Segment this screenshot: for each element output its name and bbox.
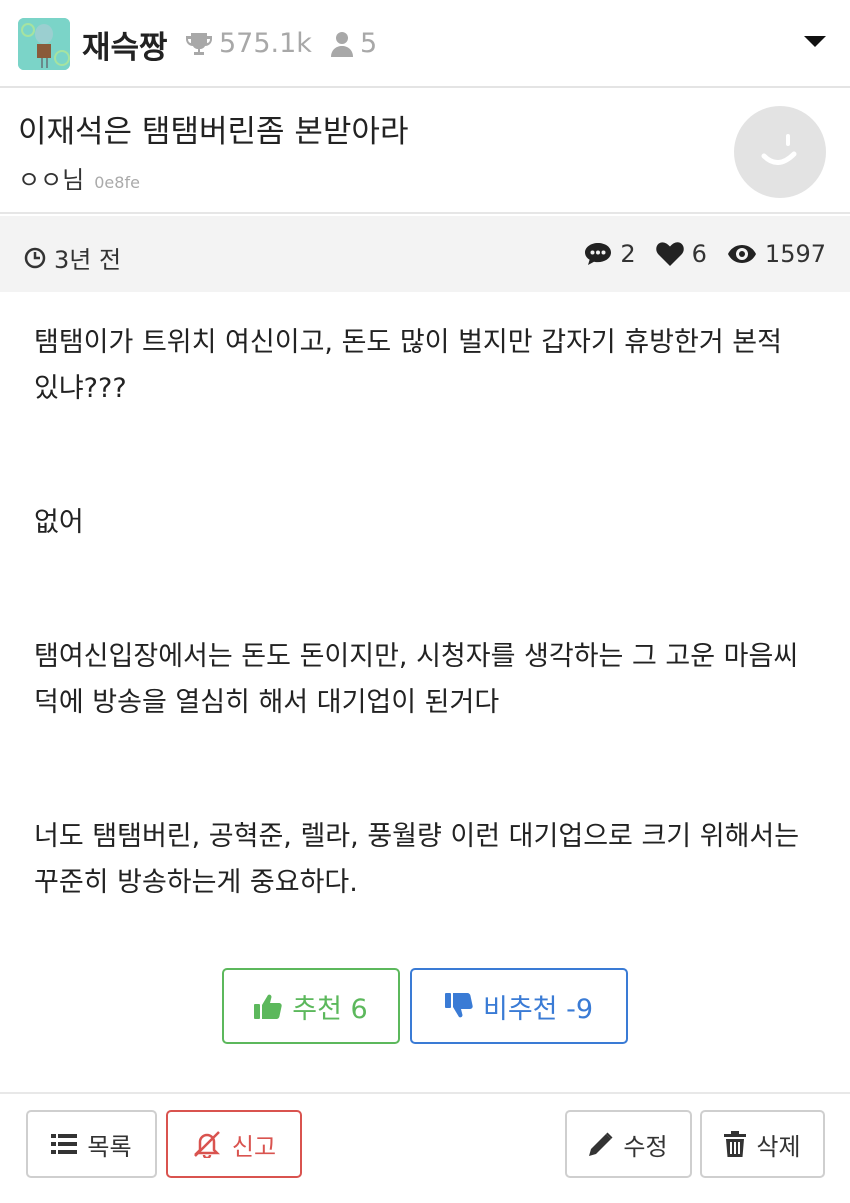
- like-count-value: 6: [691, 240, 707, 268]
- thumbs-up-icon: [254, 994, 282, 1019]
- board-icon[interactable]: [18, 18, 70, 70]
- board-name[interactable]: 재슥짱: [82, 22, 168, 67]
- delete-button-label: 삭제: [756, 1132, 801, 1161]
- comment-count: 2: [584, 240, 636, 268]
- view-count: 1597: [727, 240, 826, 268]
- report-button-label: 신고: [231, 1132, 277, 1161]
- post-paragraph: 없어: [34, 507, 84, 538]
- author-name[interactable]: ㅇㅇ님: [18, 160, 84, 195]
- list-icon: [51, 1134, 78, 1154]
- user-count: 5: [330, 28, 377, 59]
- heart-icon: [655, 242, 684, 266]
- vote-buttons: 추천 6 비추천 -9: [222, 968, 628, 1044]
- action-bar: 목록 신고 수정 삭제: [0, 1092, 850, 1203]
- list-button-label: 목록: [87, 1132, 132, 1161]
- comment-icon: [585, 243, 612, 265]
- bell-slash-icon: [193, 1131, 220, 1158]
- post-paragraph: 탬탬이가 트위치 여신이고, 돈도 많이 벌지만 갑자기 휴방한거 본적 있냐?…: [34, 327, 782, 404]
- clock-icon: [24, 247, 46, 268]
- user-count-value: 5: [360, 28, 378, 59]
- post-header: 이재석은 탬탬버린좀 본받아라 ㅇㅇ님 0e8fe: [0, 90, 850, 214]
- avatar[interactable]: [734, 106, 826, 198]
- post-time: 3년 전: [24, 240, 121, 275]
- post-title: 이재석은 탬탬버린좀 본받아라: [18, 114, 409, 150]
- post-stats: 2 6 1597: [584, 240, 826, 268]
- eye-icon: [727, 245, 756, 263]
- list-button[interactable]: 목록: [26, 1110, 157, 1178]
- post-time-value: 3년 전: [54, 246, 122, 274]
- user-icon: [331, 31, 353, 57]
- edit-button-label: 수정: [623, 1132, 668, 1161]
- comment-count-value: 2: [620, 240, 636, 268]
- edit-button[interactable]: 수정: [565, 1110, 692, 1178]
- upvote-label: 추천 6: [292, 993, 368, 1025]
- subscriber-count-value: 575.1k: [219, 28, 312, 59]
- chevron-down-icon[interactable]: [804, 36, 826, 47]
- thumbs-down-icon: [444, 993, 473, 1018]
- board-header: 재슥짱 575.1k 5: [0, 0, 850, 88]
- author-id: 0e8fe: [94, 173, 140, 192]
- post-body: 탬탬이가 트위치 여신이고, 돈도 많이 벌지만 갑자기 휴방한거 본적 있냐?…: [0, 292, 850, 1092]
- post-paragraph: 탬여신입장에서는 돈도 돈이지만, 시청자를 생각하는 그 고운 마음씨덕에 방…: [34, 641, 799, 718]
- downvote-label: 비추천 -9: [482, 993, 594, 1025]
- delete-button[interactable]: 삭제: [700, 1110, 825, 1178]
- like-count: 6: [655, 240, 707, 268]
- report-button[interactable]: 신고: [166, 1110, 302, 1178]
- trophy-icon: [186, 32, 212, 55]
- pencil-icon: [589, 1132, 613, 1156]
- post-meta: 3년 전 2 6 1597: [0, 216, 850, 292]
- trash-icon: [724, 1131, 747, 1157]
- post-author: ㅇㅇ님 0e8fe: [18, 160, 140, 195]
- upvote-button[interactable]: 추천 6: [222, 968, 400, 1044]
- post-paragraph: 너도 탬탬버린, 공혁준, 렐라, 풍월량 이런 대기업으로 크기 위해서는 꾸…: [34, 821, 800, 898]
- view-count-value: 1597: [764, 240, 826, 268]
- subscriber-count: 575.1k: [185, 28, 312, 59]
- downvote-button[interactable]: 비추천 -9: [410, 968, 628, 1044]
